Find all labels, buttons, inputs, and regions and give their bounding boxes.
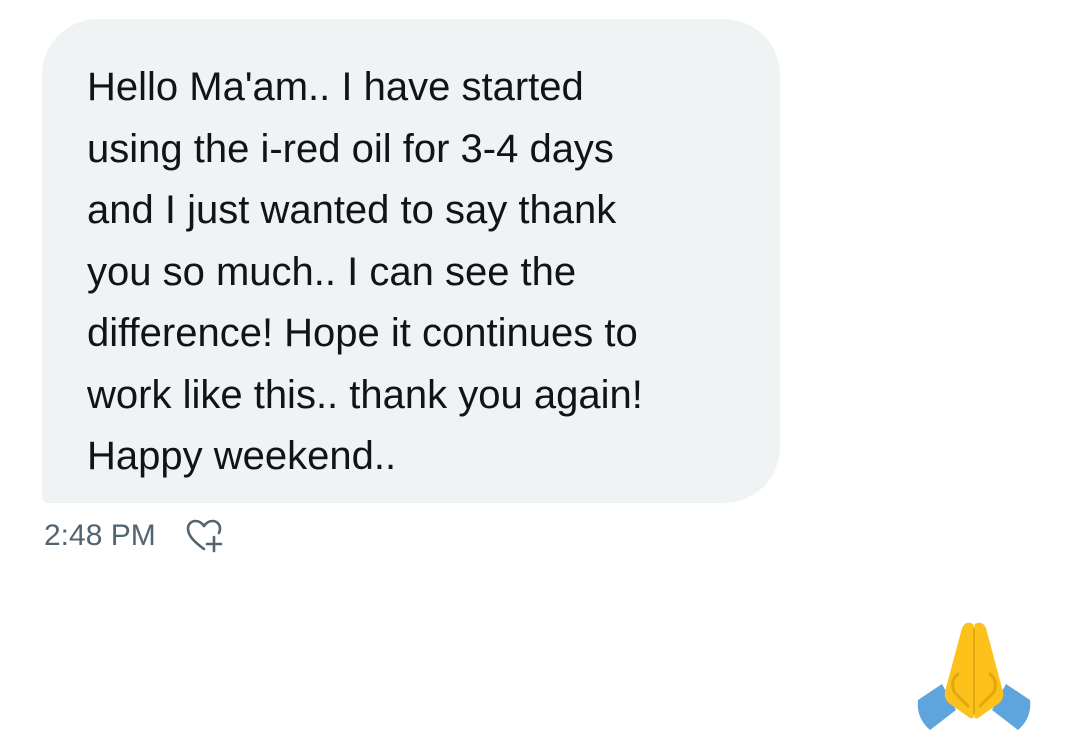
- message-text-line: using the i-red oil for 3-4 days: [87, 126, 614, 171]
- message-text-line: work like this.. thank you again!: [87, 372, 643, 417]
- message-meta: 2:48 PM: [44, 513, 226, 559]
- message-text-line: and I just wanted to say thank: [87, 188, 617, 232]
- message-text-line: difference! Hope it continues to: [87, 311, 638, 355]
- message-bubble[interactable]: Hello Ma'am.. I have started using the i…: [42, 19, 780, 503]
- folded-hands-icon: [917, 622, 1031, 730]
- heart-plus-icon: [186, 519, 223, 553]
- emoji-message[interactable]: [912, 614, 1036, 734]
- message-text-line: you so much.. I can see the: [87, 249, 577, 294]
- message-text-line: Hello Ma'am.. I have started: [87, 65, 584, 109]
- add-reaction-button[interactable]: [182, 514, 226, 558]
- message-text-line: Happy weekend..: [87, 434, 397, 478]
- message-timestamp: 2:48 PM: [44, 519, 156, 552]
